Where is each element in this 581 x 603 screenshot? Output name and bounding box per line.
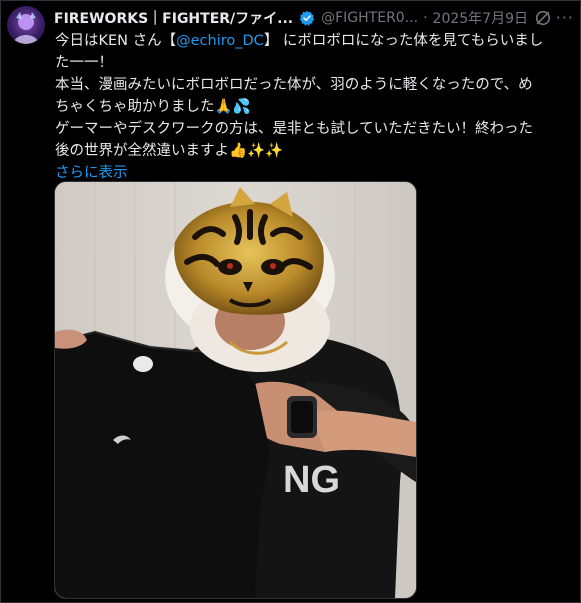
tweet-line-4: ちゃくちゃ助かりました🙏💦	[55, 99, 251, 115]
mention-link[interactable]: @echiro_DC	[176, 33, 264, 49]
tweet-text: 今日はKEN さん【@echiro_DC】 にボロボロになった体を見てもらいまし…	[55, 30, 570, 184]
more-options-icon[interactable]: ···	[556, 8, 574, 27]
tweet-date[interactable]: 2025年7月9日	[433, 8, 528, 28]
verified-badge-icon	[299, 10, 315, 26]
tweet-line-2: た一一！	[55, 55, 113, 71]
tweet-header: FIREWORKS｜FIGHTER/ファイ... @FIGHTER0... · …	[54, 8, 574, 28]
photo-masked-man-holding-tshirt: AN NG	[55, 182, 416, 598]
tweet-line-1: 今日はKEN さん【@echiro_DC】 にボロボロになった体を見てもらいまし	[55, 30, 570, 52]
separator-dot: ·	[423, 10, 428, 26]
author-handle[interactable]: @FIGHTER0...	[321, 10, 418, 26]
tweet-line-6: 後の世界が全然違いますよ👍✨✨	[55, 143, 284, 159]
text-segment: 】 にボロボロになった体を見てもらいまし	[263, 33, 544, 49]
avatar[interactable]	[7, 6, 45, 44]
grok-icon[interactable]	[534, 9, 552, 27]
tweet-photo[interactable]: AN NG	[54, 181, 417, 599]
text-segment: 今日はKEN さん【	[55, 33, 177, 49]
shirt-print: NG	[283, 459, 340, 501]
author-name[interactable]: FIREWORKS｜FIGHTER/ファイ...	[54, 8, 293, 28]
tweet-line-5: ゲーマーやデスクワークの方は、是非とも試していただきたい！終わった	[55, 121, 534, 137]
tweet-line-3: 本当、漫画みたいにボロボロだった体が、羽のように軽くなったので、め	[55, 77, 533, 93]
